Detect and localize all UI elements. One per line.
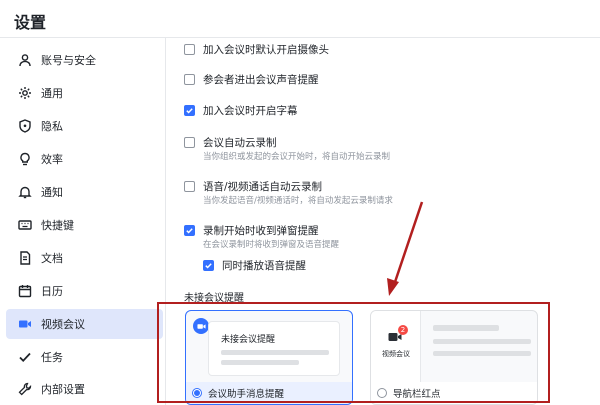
sidebar-item-label: 文档 bbox=[41, 252, 63, 265]
sidebar-item-label: 任务 bbox=[41, 351, 63, 364]
option-label: 录制开始时收到弹窗提醒 bbox=[203, 225, 319, 237]
sidebar-item-label: 视频会议 bbox=[41, 318, 85, 331]
option-enable-subtitles[interactable]: 加入会议时开启字幕 bbox=[184, 103, 298, 118]
option-join-leave-sound[interactable]: 参会者进出会议声音提醒 bbox=[184, 72, 319, 87]
option-description: 在会议录制时将收到弹窗及语音提醒 bbox=[203, 240, 340, 250]
option-label: 会议自动云录制 bbox=[203, 137, 277, 149]
option-label: 语音/视频通话自动云录制 bbox=[203, 181, 323, 193]
settings-sidebar: 账号与安全 通用 隐私 效率 通知 快捷键 文档 日历 视频会议 任务 内部设置 bbox=[0, 38, 166, 405]
user-icon bbox=[18, 53, 32, 67]
bell-icon bbox=[18, 185, 32, 199]
window-title: 设置 bbox=[14, 13, 47, 32]
video-icon bbox=[18, 317, 32, 331]
sidebar-item-label: 隐私 bbox=[41, 120, 63, 133]
annotation-highlight-box bbox=[157, 302, 550, 403]
title-bar: 设置 bbox=[0, 0, 600, 38]
shield-icon bbox=[18, 119, 32, 133]
checkbox-checked[interactable] bbox=[184, 105, 195, 116]
gear-icon bbox=[18, 86, 32, 100]
option-description: 当你组织或发起的会议开始时，将自动开始云录制 bbox=[203, 152, 391, 162]
bulb-icon bbox=[18, 152, 32, 166]
sidebar-item-label: 内部设置 bbox=[41, 383, 85, 396]
option-description: 当你发起语音/视频通话时，将自动发起云录制请求 bbox=[203, 196, 393, 206]
sidebar-item-general[interactable]: 通用 bbox=[6, 78, 163, 108]
checkbox-checked[interactable] bbox=[203, 260, 214, 271]
checkbox[interactable] bbox=[184, 137, 195, 148]
sidebar-item-label: 日历 bbox=[41, 285, 63, 298]
sidebar-item-label: 通知 bbox=[41, 186, 63, 199]
sidebar-item-internal-settings[interactable]: 内部设置 bbox=[6, 374, 163, 404]
option-label: 同时播放语音提醒 bbox=[222, 260, 306, 272]
sidebar-item-tasks[interactable]: 任务 bbox=[6, 342, 163, 372]
wrench-icon bbox=[18, 382, 32, 396]
sidebar-item-label: 快捷键 bbox=[41, 219, 74, 232]
sidebar-item-shortcuts[interactable]: 快捷键 bbox=[6, 210, 163, 240]
checkbox-checked[interactable] bbox=[184, 225, 195, 236]
sidebar-item-label: 通用 bbox=[41, 87, 63, 100]
sidebar-item-label: 效率 bbox=[41, 153, 63, 166]
sidebar-item-docs[interactable]: 文档 bbox=[6, 243, 163, 273]
keyboard-icon bbox=[18, 218, 32, 232]
calendar-icon bbox=[18, 284, 32, 298]
checkbox[interactable] bbox=[184, 44, 195, 55]
option-label: 加入会议时开启字幕 bbox=[203, 105, 298, 117]
option-label: 参会者进出会议声音提醒 bbox=[203, 74, 319, 86]
sidebar-item-label: 账号与安全 bbox=[41, 54, 96, 67]
option-default-camera[interactable]: 加入会议时默认开启摄像头 bbox=[184, 42, 329, 57]
sidebar-item-efficiency[interactable]: 效率 bbox=[6, 144, 163, 174]
checkbox[interactable] bbox=[184, 181, 195, 192]
sidebar-item-notifications[interactable]: 通知 bbox=[6, 177, 163, 207]
sidebar-item-privacy[interactable]: 隐私 bbox=[6, 111, 163, 141]
sidebar-item-video-meeting[interactable]: 视频会议 bbox=[6, 309, 163, 339]
option-label: 加入会议时默认开启摄像头 bbox=[203, 44, 329, 56]
check-icon bbox=[18, 350, 32, 364]
option-auto-cloud-recording[interactable]: 会议自动云录制 bbox=[184, 135, 277, 150]
sidebar-item-calendar[interactable]: 日历 bbox=[6, 276, 163, 306]
checkbox[interactable] bbox=[184, 74, 195, 85]
option-call-auto-cloud-recording[interactable]: 语音/视频通话自动云录制 bbox=[184, 179, 322, 194]
sidebar-item-account-security[interactable]: 账号与安全 bbox=[6, 45, 163, 75]
document-icon bbox=[18, 251, 32, 265]
option-recording-popup-reminder[interactable]: 录制开始时收到弹窗提醒 bbox=[184, 223, 319, 238]
option-play-voice-reminder[interactable]: 同时播放语音提醒 bbox=[203, 258, 306, 273]
